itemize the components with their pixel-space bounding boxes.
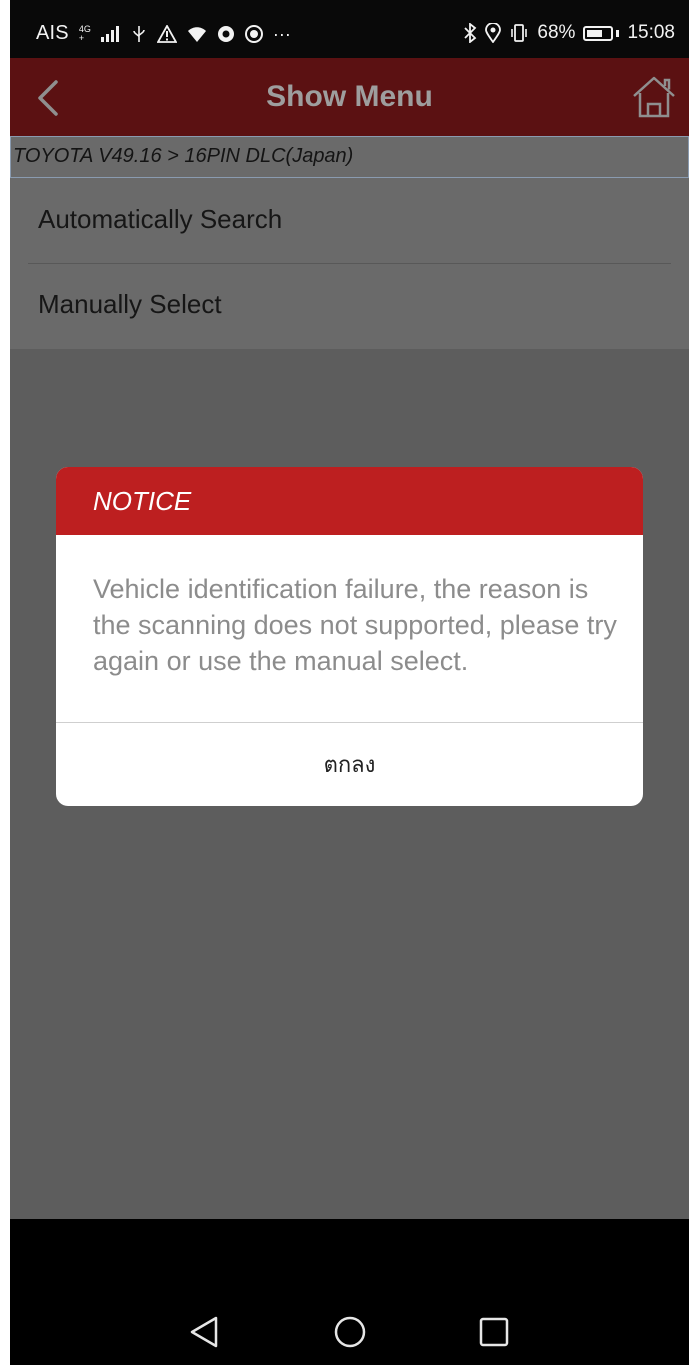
location-icon [485,23,502,43]
battery-level: 68% [537,22,576,43]
recents-square-icon [479,1317,509,1347]
menu-item-manually-select[interactable]: Manually Select [10,263,689,348]
bluetooth-icon [464,23,477,43]
menu-list: Automatically Search Manually Select [10,178,689,349]
clock: 15:08 [627,22,675,43]
system-nav-bar [10,1219,689,1365]
vibrate-icon [511,24,528,42]
nav-back-button[interactable] [180,1307,230,1357]
network-type-bottom: + [78,32,85,43]
status-bar-left: AIS 4G + ··· [36,22,291,45]
chrome-icon [217,25,234,42]
warning-icon [156,24,177,43]
status-bar-right: 68% 15:08 [463,22,675,44]
usb-icon [133,25,145,42]
battery-fill [587,29,603,37]
battery-icon [583,25,614,41]
notice-dialog: NOTICE Vehicle identification failure, t… [56,467,643,806]
phone-screen: AIS 4G + ··· 68% 15:08 Show Menu TOYOTA … [10,0,689,1365]
app-icon [244,24,263,43]
dialog-message: Vehicle identification failure, the reas… [93,574,617,676]
back-triangle-icon [190,1316,218,1348]
signal-icon [100,25,119,42]
breadcrumb: TOYOTA V49.16 > 16PIN DLC(Japan) [10,136,689,178]
dialog-ok-button[interactable]: ตกลง [56,723,643,805]
overflow-indicator: ··· [272,23,291,44]
carrier-name: AIS [36,22,69,44]
menu-item-automatically-search[interactable]: Automatically Search [10,178,689,263]
dialog-title: NOTICE [56,467,643,535]
home-icon [633,76,675,118]
home-button[interactable] [631,74,677,120]
home-circle-icon [334,1316,366,1348]
nav-recents-button[interactable] [469,1307,519,1357]
app-header: Show Menu [10,58,689,136]
nav-home-button[interactable] [325,1307,375,1357]
page-title: Show Menu [266,80,433,113]
battery-tip [616,29,620,37]
status-bar: AIS 4G + ··· 68% 15:08 [10,0,689,58]
network-type: 4G + [78,24,91,43]
wifi-icon [187,26,206,42]
